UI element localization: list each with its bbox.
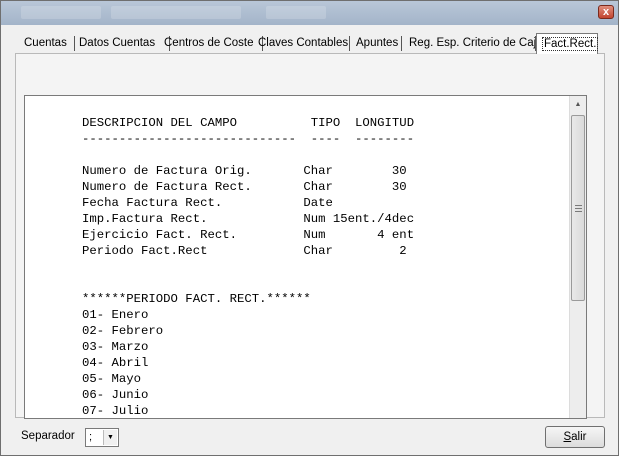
tab-apuntes[interactable]: Apuntes bbox=[351, 34, 402, 53]
chevron-down-icon[interactable]: ▼ bbox=[103, 430, 117, 445]
title-blur bbox=[266, 6, 326, 19]
tab-datos-cuentas[interactable]: Datos Cuentas bbox=[74, 34, 170, 53]
tab-label: Centros de Coste bbox=[164, 37, 254, 49]
tab-label: Apuntes bbox=[356, 37, 399, 49]
tab-claves-contables[interactable]: Claves Contables bbox=[253, 34, 350, 53]
grip-line bbox=[575, 205, 582, 206]
tab-cuentas[interactable]: Cuentas bbox=[19, 34, 75, 53]
tab-centros-de-coste[interactable]: Centros de Coste bbox=[159, 34, 263, 53]
title-blur bbox=[111, 6, 241, 19]
exit-button-label: Salir bbox=[563, 431, 587, 443]
grip-line bbox=[575, 211, 582, 212]
field-description-memo[interactable]: DESCRIPCION DEL CAMPO TIPO LONGITUD ----… bbox=[24, 95, 587, 419]
tab-fact-rect[interactable]: Fact.Rect. bbox=[536, 33, 599, 54]
title-blur bbox=[21, 6, 101, 19]
separator-label: Separador bbox=[21, 430, 75, 442]
tab-label: Reg. Esp. Criterio de Caja bbox=[409, 37, 543, 49]
separator-select[interactable]: ; ▼ bbox=[85, 428, 119, 447]
tab-label: Claves Contables bbox=[258, 37, 349, 49]
memo-text: DESCRIPCION DEL CAMPO TIPO LONGITUD ----… bbox=[82, 116, 415, 418]
tab-label: Fact.Rect. bbox=[542, 37, 599, 51]
tab-reg-esp-criterio-caja[interactable]: Reg. Esp. Criterio de Caja bbox=[404, 34, 543, 53]
tab-label: Datos Cuentas bbox=[79, 37, 156, 49]
main-window: x Cuentas Datos Cuentas Centros de Coste… bbox=[0, 0, 619, 456]
close-button[interactable]: x bbox=[598, 5, 614, 19]
separator-value: ; bbox=[89, 431, 93, 443]
grip-line bbox=[575, 208, 582, 209]
scroll-up-arrow-icon[interactable]: ▲ bbox=[570, 96, 586, 113]
title-bar: x bbox=[1, 1, 618, 25]
scroll-thumb[interactable] bbox=[571, 115, 585, 301]
exit-button[interactable]: Salir bbox=[545, 426, 605, 448]
tab-label: Cuentas bbox=[24, 37, 67, 49]
vertical-scrollbar[interactable]: ▲ bbox=[569, 96, 586, 418]
